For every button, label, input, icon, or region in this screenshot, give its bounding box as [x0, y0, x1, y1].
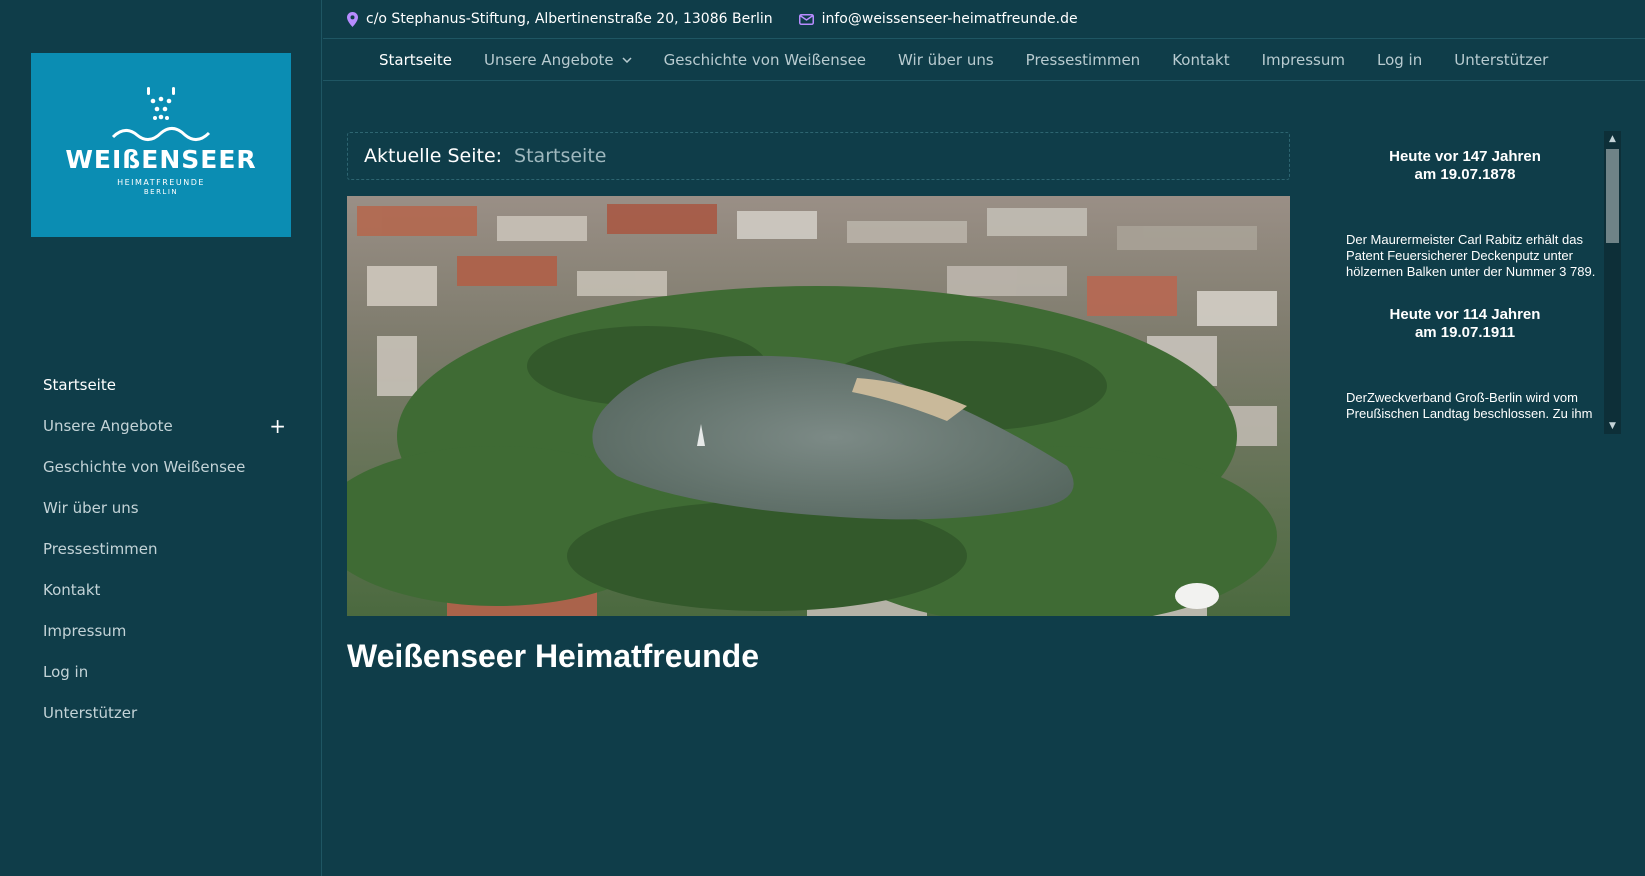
sidebar-item-label: Geschichte von Weißensee: [43, 457, 246, 476]
widget-scrollbar[interactable]: ▲ ▼: [1604, 131, 1621, 434]
logo-wordmark: WEIßENSEER: [65, 145, 257, 174]
nav-unterstuetzer[interactable]: Unterstützer: [1454, 51, 1548, 69]
sidebar-item-kontakt[interactable]: Kontakt: [43, 569, 288, 610]
chevron-down-icon: [622, 57, 632, 63]
nav-label: Impressum: [1261, 51, 1345, 69]
history-entry-text: Der Maurermeister Carl Rabitz erhält das…: [1346, 232, 1596, 279]
history-entry-text: DerZweckverband Groß-Berlin wird vom Pre…: [1346, 390, 1593, 421]
sidebar-item-label: Startseite: [43, 375, 116, 394]
page-title: Weißenseer Heimatfreunde: [347, 638, 759, 674]
hero-image: [347, 196, 1290, 616]
email-info[interactable]: info@weissenseer-heimatfreunde.de: [798, 11, 1078, 27]
nav-label: Unterstützer: [1454, 51, 1549, 69]
sidebar-item-label: Wir über uns: [43, 498, 139, 517]
sidebar-nav: Startseite Unsere Angebote + Geschichte …: [43, 364, 288, 733]
envelope-icon: [798, 13, 814, 25]
top-info-bar: c/o Stephanus-Stiftung, Albertinenstraße…: [323, 0, 1645, 39]
history-date: am 19.07.1911: [1414, 324, 1516, 341]
sidebar-item-label: Impressum: [43, 621, 127, 640]
sidebar-item-angebote[interactable]: Unsere Angebote +: [43, 405, 288, 446]
scroll-down-icon[interactable]: ▼: [1604, 418, 1621, 434]
fountain-icon: [111, 87, 211, 141]
nav-startseite[interactable]: Startseite: [379, 51, 452, 69]
breadcrumb-label: Aktuelle Seite:: [364, 145, 503, 167]
history-entry-heading: Heute vor 114 Jahren am 19.07.1911: [1330, 306, 1600, 342]
breadcrumb: Aktuelle Seite: Startseite: [347, 132, 1290, 180]
nav-label: Log in: [1376, 51, 1423, 69]
scroll-up-icon[interactable]: ▲: [1604, 131, 1621, 147]
sidebar-item-label: Log in: [43, 662, 89, 681]
history-widget: Heute vor 147 Jahren am 19.07.1878 Der M…: [1330, 131, 1620, 434]
sidebar-item-label: Unsere Angebote: [43, 416, 173, 435]
main-nav: Startseite Unsere Angebote Geschichte vo…: [323, 40, 1645, 81]
nav-kontakt[interactable]: Kontakt: [1172, 51, 1229, 69]
sidebar-item-geschichte[interactable]: Geschichte von Weißensee: [43, 446, 288, 487]
site-logo[interactable]: WEIßENSEER HEIMATFREUNDE BERLIN: [31, 53, 291, 237]
nav-label: Wir über uns: [898, 51, 994, 69]
history-years-ago: Heute vor 114 Jahren: [1389, 306, 1541, 323]
nav-angebote[interactable]: Unsere Angebote: [484, 51, 632, 69]
history-years-ago: Heute vor 147 Jahren: [1389, 148, 1541, 165]
nav-label: Pressestimmen: [1025, 51, 1141, 69]
nav-login[interactable]: Log in: [1377, 51, 1422, 69]
sidebar-item-pressestimmen[interactable]: Pressestimmen: [43, 528, 288, 569]
nav-label: Kontakt: [1172, 51, 1230, 69]
aerial-lake-photo: [347, 196, 1290, 616]
nav-label: Startseite: [379, 51, 452, 69]
nav-pressestimmen[interactable]: Pressestimmen: [1026, 51, 1141, 69]
sidebar-item-login[interactable]: Log in: [43, 651, 288, 692]
sidebar: WEIßENSEER HEIMATFREUNDE BERLIN Startsei…: [0, 0, 322, 876]
history-date: am 19.07.1878: [1414, 166, 1516, 183]
nav-label: Geschichte von Weißensee: [663, 51, 867, 69]
scrollbar-thumb[interactable]: [1606, 149, 1619, 243]
breadcrumb-current: Startseite: [514, 145, 607, 167]
sidebar-item-wir-ueber-uns[interactable]: Wir über uns: [43, 487, 288, 528]
nav-impressum[interactable]: Impressum: [1262, 51, 1345, 69]
sidebar-item-impressum[interactable]: Impressum: [43, 610, 288, 651]
history-entry-heading: Heute vor 147 Jahren am 19.07.1878: [1330, 148, 1600, 184]
logo-subtitle: HEIMATFREUNDE: [117, 178, 205, 187]
nav-geschichte[interactable]: Geschichte von Weißensee: [664, 51, 866, 69]
email-link[interactable]: info@weissenseer-heimatfreunde.de: [822, 11, 1078, 27]
nav-wir-ueber-uns[interactable]: Wir über uns: [898, 51, 994, 69]
sidebar-item-unterstuetzer[interactable]: Unterstützer: [43, 692, 288, 733]
sidebar-item-label: Unterstützer: [43, 703, 138, 722]
nav-label: Unsere Angebote: [483, 51, 614, 69]
logo-city: BERLIN: [143, 188, 179, 196]
sidebar-item-label: Pressestimmen: [43, 539, 158, 558]
sidebar-item-startseite[interactable]: Startseite: [43, 364, 288, 405]
expand-plus-icon[interactable]: +: [269, 414, 286, 438]
address-text: c/o Stephanus-Stiftung, Albertinenstraße…: [366, 11, 773, 27]
sidebar-item-label: Kontakt: [43, 580, 101, 599]
map-pin-icon: [347, 11, 358, 27]
address-info: c/o Stephanus-Stiftung, Albertinenstraße…: [347, 11, 773, 27]
